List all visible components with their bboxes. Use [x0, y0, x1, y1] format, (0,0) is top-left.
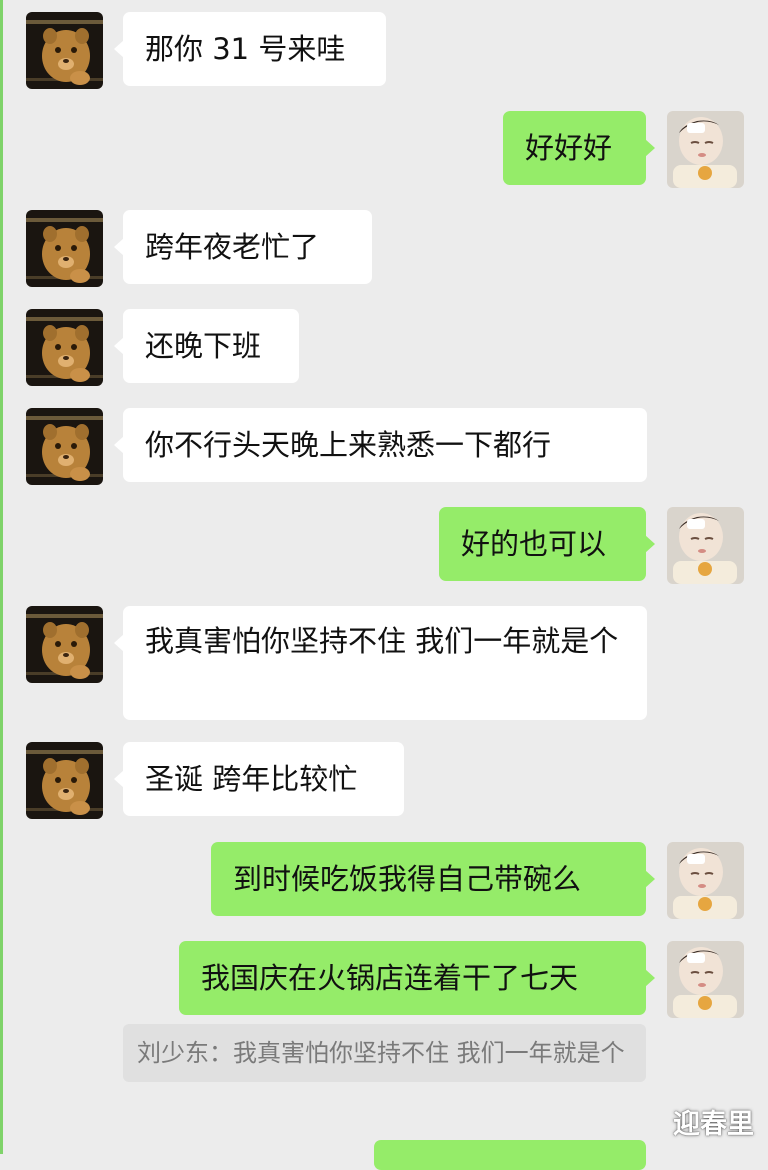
outgoing-message-bubble[interactable]: 我国庆在火锅店连着干了七天: [179, 941, 655, 1015]
outgoing-message-bubble-partial[interactable]: [374, 1140, 646, 1170]
incoming-message-bubble[interactable]: 你不行头天晚上来熟悉一下都行: [114, 408, 647, 482]
message-text: 好好好: [525, 131, 613, 165]
incoming-message-bubble[interactable]: 还晚下班: [114, 309, 299, 383]
message-text: 好的也可以: [461, 527, 607, 561]
message-text: 还晚下班: [145, 329, 262, 363]
lion-avatar-icon[interactable]: [26, 606, 103, 683]
baby-avatar-icon[interactable]: [667, 507, 744, 584]
watermark-text: 迎春里: [673, 1109, 754, 1140]
chat-message-list[interactable]: 那你 31 号来哇 好好好 跨年夜老忙了 还晚下班 你不行头天晚上来熟悉一下都行…: [0, 0, 768, 1170]
outgoing-message-bubble[interactable]: 好的也可以: [439, 507, 655, 581]
baby-avatar-icon[interactable]: [667, 842, 744, 919]
message-text: 到时候吃饭我得自己带碗么: [233, 862, 582, 896]
incoming-message-bubble[interactable]: 我真害怕你坚持不住 我们一年就是个: [114, 606, 647, 720]
incoming-message-bubble[interactable]: 那你 31 号来哇: [114, 12, 386, 86]
incoming-message-bubble[interactable]: 跨年夜老忙了: [114, 210, 372, 284]
incoming-message-bubble[interactable]: 圣诞 跨年比较忙: [114, 742, 404, 816]
message-text: 我真害怕你坚持不住 我们一年就是个: [145, 624, 619, 658]
outgoing-message-bubble[interactable]: 好好好: [503, 111, 655, 185]
outgoing-message-bubble[interactable]: 到时候吃饭我得自己带碗么: [211, 842, 655, 916]
message-text: 跨年夜老忙了: [145, 230, 320, 264]
lion-avatar-icon[interactable]: [26, 408, 103, 485]
lion-avatar-icon[interactable]: [26, 742, 103, 819]
quoted-reply-text: 刘少东：我真害怕你坚持不住 我们一年就是个: [137, 1039, 625, 1067]
lion-avatar-icon[interactable]: [26, 309, 103, 386]
message-text: 你不行头天晚上来熟悉一下都行: [145, 428, 552, 462]
baby-avatar-icon[interactable]: [667, 111, 744, 188]
lion-avatar-icon[interactable]: [26, 210, 103, 287]
baby-avatar-icon[interactable]: [667, 941, 744, 1018]
message-text: 那你 31 号来哇: [145, 32, 346, 66]
quoted-reply-preview[interactable]: 刘少东：我真害怕你坚持不住 我们一年就是个: [123, 1024, 646, 1082]
message-text: 圣诞 跨年比较忙: [145, 762, 358, 796]
message-text: 我国庆在火锅店连着干了七天: [201, 961, 579, 995]
lion-avatar-icon[interactable]: [26, 12, 103, 89]
